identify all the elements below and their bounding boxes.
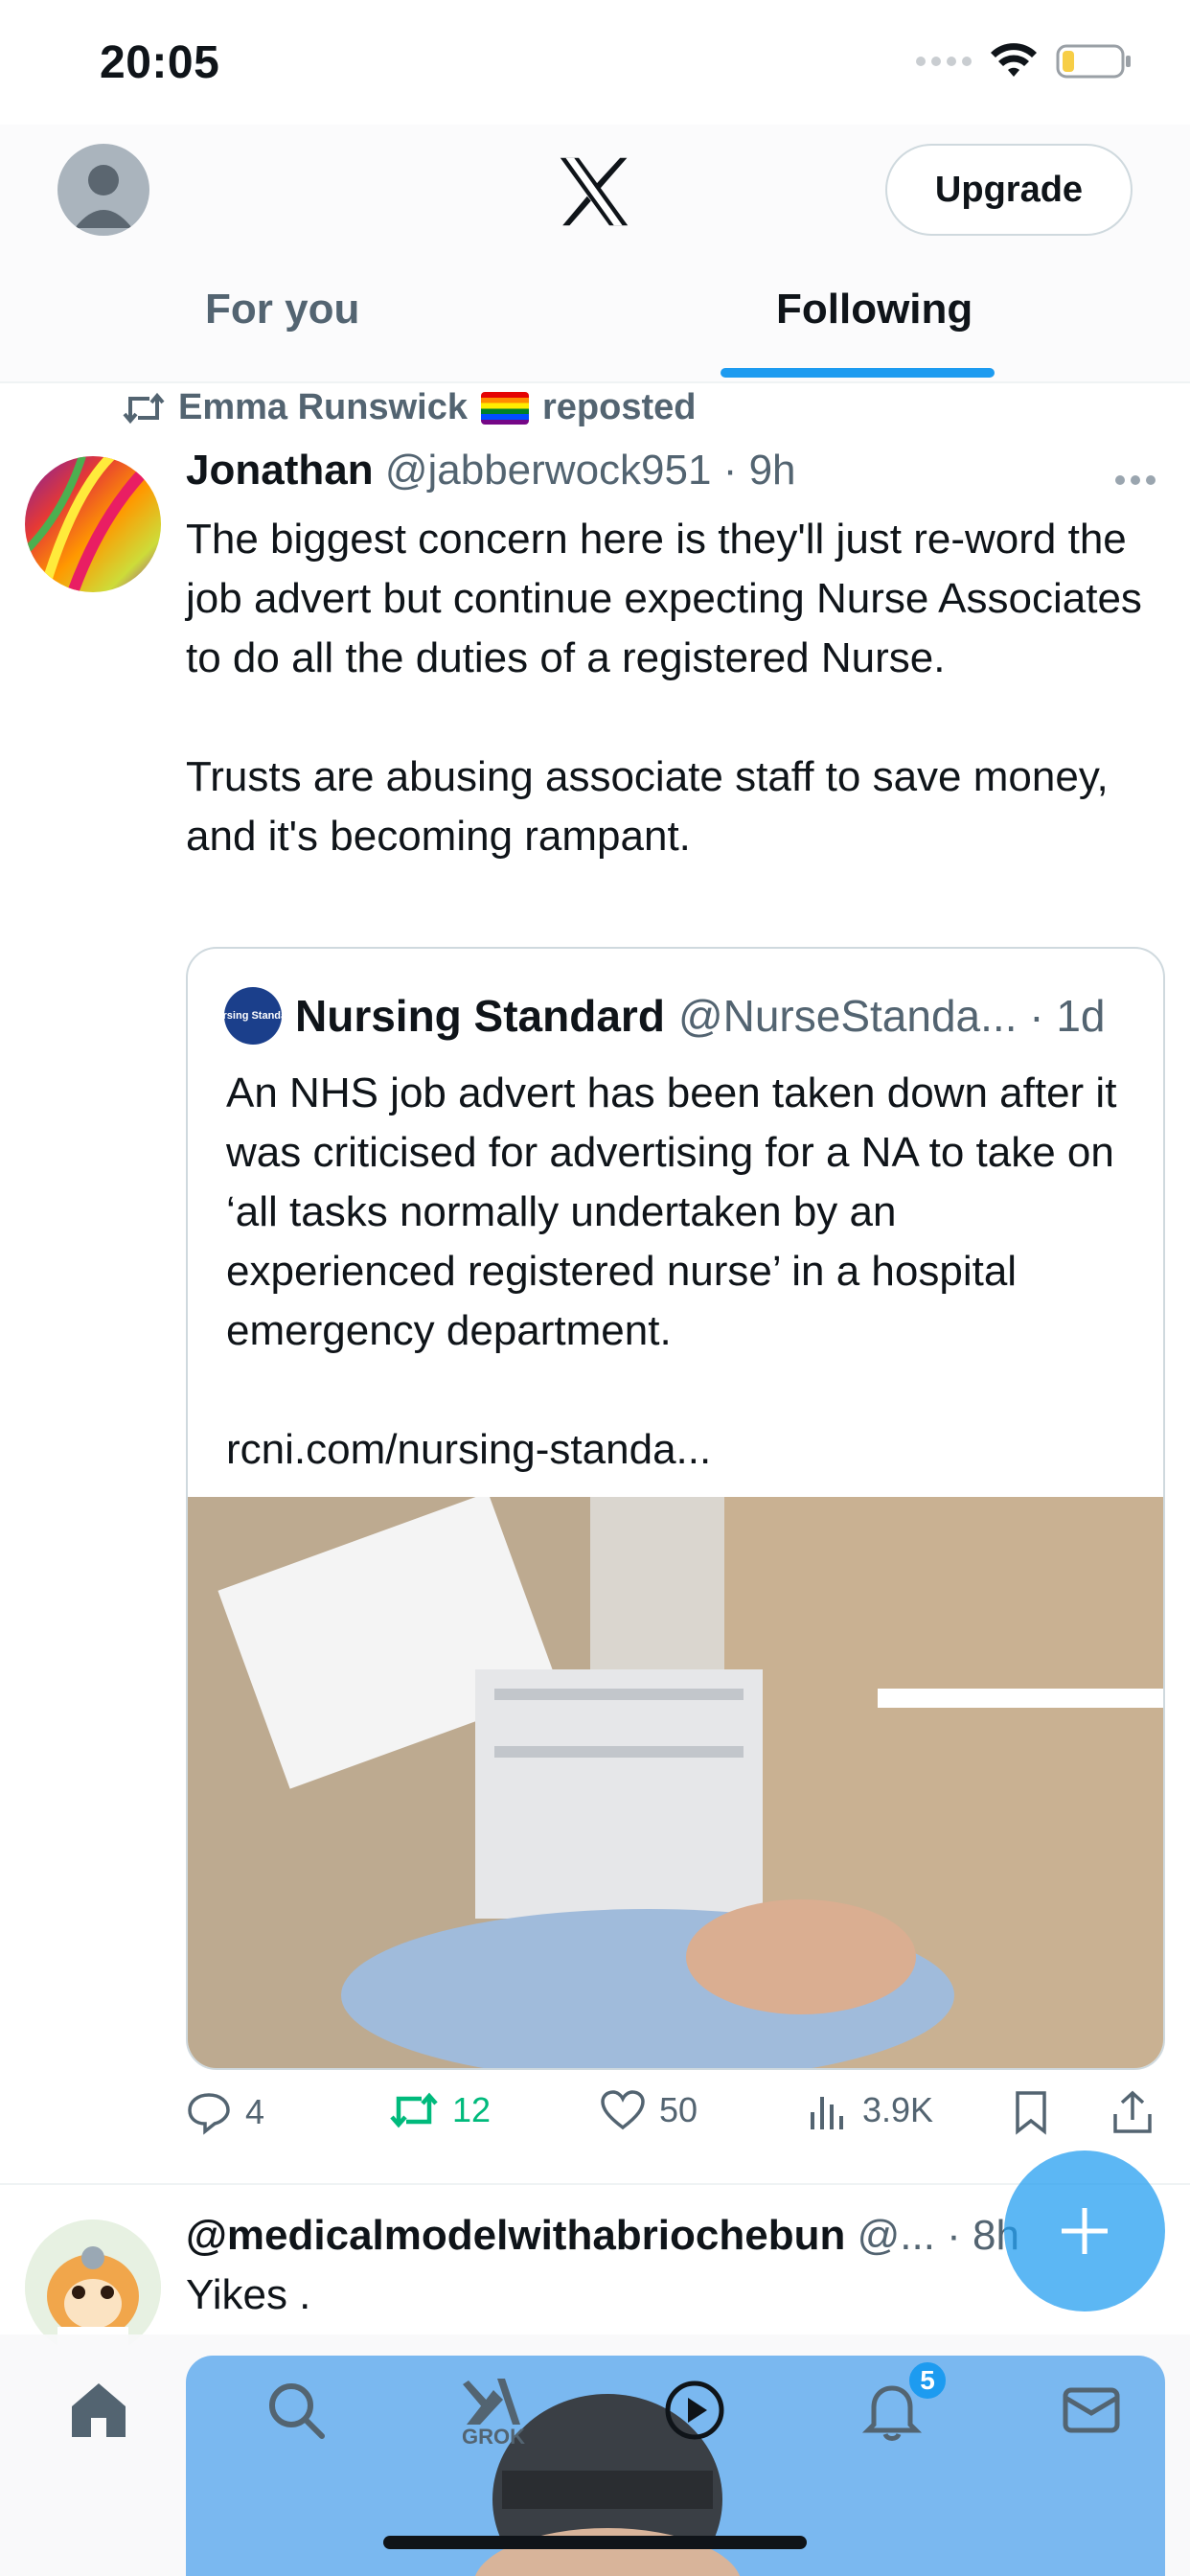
views-action[interactable]: 3.9K bbox=[807, 2089, 933, 2131]
bookmark-action[interactable] bbox=[1012, 2089, 1050, 2135]
repost-suffix: reposted bbox=[542, 387, 697, 427]
x-logo-icon[interactable] bbox=[556, 153, 632, 230]
author-name[interactable]: Jonathan bbox=[186, 447, 374, 494]
bookmark-icon bbox=[1016, 2091, 1046, 2135]
post-body: The biggest concern here is they'll just… bbox=[186, 510, 1154, 926]
status-bar: 20:05 bbox=[0, 0, 1190, 125]
reply-icon bbox=[188, 2093, 230, 2135]
nav-messages[interactable] bbox=[1048, 2367, 1134, 2453]
nursing-standard-logo: Nursing Standard bbox=[209, 987, 297, 1045]
views-count: 3.9K bbox=[862, 2090, 934, 2129]
nav-video[interactable] bbox=[652, 2367, 738, 2453]
status-icons bbox=[916, 42, 1133, 80]
grok-icon bbox=[463, 2379, 520, 2425]
post-header: @medicalmodelwithabriochebun @... · 8h bbox=[186, 2212, 1019, 2260]
share-action[interactable] bbox=[1111, 2089, 1154, 2135]
upgrade-button[interactable]: Upgrade bbox=[885, 144, 1133, 236]
nav-grok[interactable]: GROK bbox=[450, 2367, 537, 2453]
post-time: · 9h bbox=[722, 447, 796, 494]
notification-badge: 5 bbox=[906, 2359, 949, 2402]
tab-following[interactable]: Following bbox=[776, 286, 973, 334]
mail-icon bbox=[1063, 2387, 1120, 2433]
heart-icon bbox=[601, 2090, 645, 2130]
quote-header: Nursing Standard Nursing Standard @Nurse… bbox=[209, 987, 1106, 1045]
rainbow-flag-icon bbox=[481, 391, 529, 425]
views-icon bbox=[811, 2097, 843, 2129]
cellular-signal-icon bbox=[916, 57, 972, 66]
post-header: Jonathan @jabberwock951 · 9h bbox=[186, 447, 796, 494]
nav-home[interactable] bbox=[56, 2367, 142, 2453]
author-handle[interactable]: @jabberwock951 bbox=[385, 447, 712, 494]
tab-for-you[interactable]: For you bbox=[205, 286, 359, 334]
active-tab-indicator bbox=[721, 368, 995, 378]
quote-text: An NHS job advert has been taken down af… bbox=[226, 1064, 1136, 1539]
more-options-icon[interactable] bbox=[1115, 475, 1156, 485]
repost-context[interactable]: Emma Runswick reposted bbox=[123, 387, 696, 428]
default-user-icon bbox=[75, 165, 132, 228]
quoted-post[interactable]: Nursing Standard Nursing Standard @Nurse… bbox=[186, 947, 1165, 2070]
repost-by-name: Emma Runswick bbox=[178, 387, 468, 427]
like-count: 50 bbox=[659, 2090, 698, 2129]
post-paragraph: The biggest concern here is they'll just… bbox=[186, 516, 1142, 681]
post-body: Yikes . bbox=[186, 2271, 311, 2318]
top-header: Upgrade For you Following bbox=[0, 125, 1190, 383]
home-icon bbox=[72, 2383, 126, 2437]
repost-action[interactable]: 12 bbox=[389, 2089, 491, 2131]
grok-label: GROK bbox=[462, 2425, 525, 2449]
post-paragraph: Trusts are abusing associate staff to sa… bbox=[186, 753, 1109, 860]
share-icon bbox=[1113, 2090, 1152, 2133]
reply-count: 4 bbox=[245, 2092, 265, 2131]
quote-author-name: Nursing Standard bbox=[295, 991, 665, 1041]
repost-icon bbox=[390, 2092, 438, 2128]
profile-avatar[interactable] bbox=[57, 144, 149, 236]
search-icon bbox=[269, 2383, 325, 2439]
author-handle[interactable]: @... · 8h bbox=[858, 2212, 1019, 2259]
status-time: 20:05 bbox=[100, 37, 220, 88]
quote-author-handle: @NurseStanda... · 1d bbox=[677, 991, 1106, 1041]
home-indicator bbox=[383, 2536, 807, 2549]
quote-paragraph: An NHS job advert has been taken down af… bbox=[226, 1070, 1117, 1354]
reply-action[interactable]: 4 bbox=[186, 2089, 264, 2135]
quote-image[interactable] bbox=[188, 1497, 1163, 2068]
repost-count: 12 bbox=[452, 2090, 492, 2129]
author-name[interactable]: @medicalmodelwithabriochebun bbox=[186, 2212, 845, 2259]
plus-icon bbox=[1062, 2208, 1108, 2254]
like-action[interactable]: 50 bbox=[600, 2089, 698, 2131]
quote-link[interactable]: rcni.com/nursing-standa... bbox=[226, 1420, 1136, 1480]
author-avatar[interactable] bbox=[25, 456, 161, 592]
compose-button[interactable] bbox=[1004, 2150, 1165, 2312]
wifi-icon bbox=[991, 43, 1037, 77]
nav-search[interactable] bbox=[253, 2367, 339, 2453]
battery-icon bbox=[1056, 44, 1131, 79]
repost-icon bbox=[123, 392, 165, 424]
post-divider bbox=[0, 2183, 1190, 2185]
play-circle-icon bbox=[665, 2380, 724, 2440]
post-actions: 4 12 50 3.9K bbox=[186, 2089, 1165, 2154]
